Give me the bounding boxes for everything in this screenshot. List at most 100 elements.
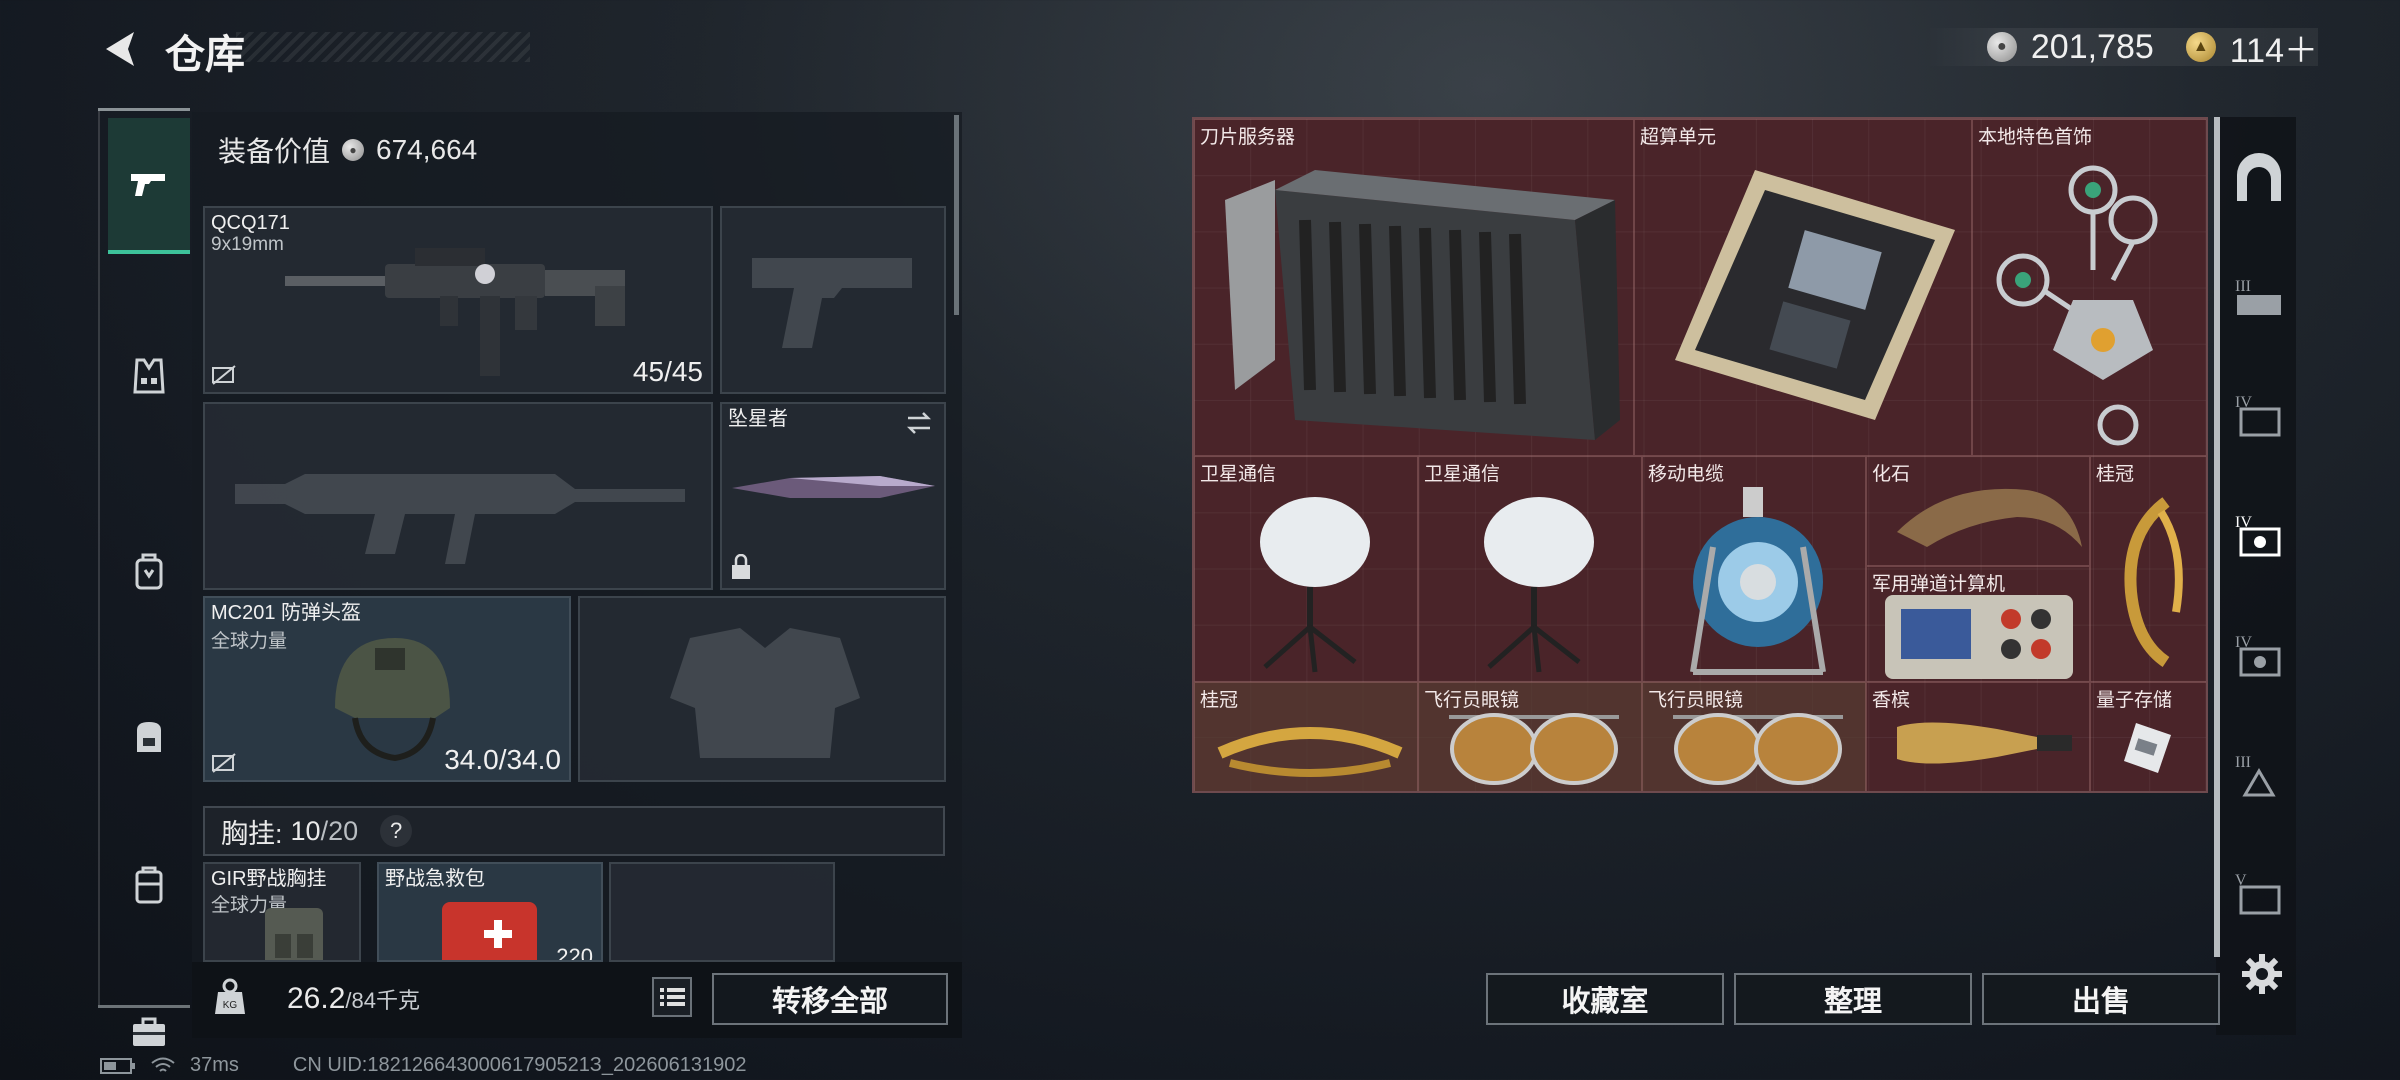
storage-grid[interactable]: 刀片服务器 超算单元 本地特色首饰 卫星通信 卫星通信 移动电缆 化石 桂冠 军… [1192, 117, 2208, 793]
blade-server-icon [1225, 170, 1620, 440]
item-label: 桂冠 [2096, 464, 2135, 485]
helmet-icon [335, 638, 450, 762]
jewelry-icon [1996, 165, 2158, 446]
chest-rig-item-name: GIR野战胸挂 [211, 868, 327, 890]
chest-rig-icon [265, 908, 323, 960]
tab-storage-5b[interactable]: V [2224, 858, 2294, 928]
grid-item[interactable]: 量子存储 [2090, 682, 2206, 791]
first-aid-kit-count: 220 [556, 944, 593, 962]
chest-rig-capacity: 10 [290, 815, 321, 846]
backpack-icon [137, 722, 161, 752]
tab-storage-5a[interactable]: III [2224, 740, 2294, 810]
sidearm-slot[interactable] [720, 206, 946, 394]
equipment-value-amount: 674,664 [376, 134, 478, 165]
grid-item[interactable]: 超算单元 [1634, 119, 1972, 456]
tab-case[interactable] [108, 818, 190, 954]
armor-slot[interactable] [578, 596, 946, 782]
first-aid-kit-item[interactable]: 野战急救包 220 [377, 862, 603, 962]
svg-text:KG: KG [223, 1000, 238, 1011]
grid-item[interactable]: 飞行员眼镜 [1418, 682, 1642, 791]
grid-item[interactable]: 桂冠 [1194, 682, 1418, 791]
silver-coin-icon: ● [1986, 32, 2017, 62]
tab-storage-4c[interactable]: IV [2224, 620, 2294, 690]
chest-rig-bar: 胸挂: 10/20 ? [203, 806, 945, 856]
lock-icon [732, 554, 750, 579]
melee-slot[interactable]: 坠星者 [720, 402, 946, 590]
satellite-dish-icon [1484, 497, 1594, 673]
ballistic-computer-icon [1885, 595, 2073, 679]
tab-backpack[interactable] [108, 668, 190, 804]
helmet-brand: 全球力量 [211, 631, 288, 652]
grid-item[interactable]: 移动电缆 [1642, 456, 1866, 682]
weight-icon: KG [215, 978, 245, 1014]
grid-item[interactable]: 香槟 [1866, 682, 2090, 791]
chest-rig-item[interactable]: GIR野战胸挂 全球力量 [203, 862, 361, 962]
insured-off-icon [212, 365, 236, 385]
tab-storage-3[interactable]: III [2224, 262, 2294, 332]
secondary-weapon-slot[interactable] [203, 402, 713, 590]
organize-button[interactable]: 整理 [1734, 973, 1972, 1025]
tab-armor[interactable] [108, 308, 190, 444]
tab-rig[interactable] [108, 504, 190, 640]
grid-item[interactable]: 本地特色首饰 [1972, 119, 2206, 456]
tab-storage-4b[interactable]: IV [2224, 500, 2294, 570]
chest-rig-capacity-max: /20 [320, 815, 359, 846]
collection-room-button[interactable]: 收藏室 [1486, 973, 1724, 1025]
item-label: 本地特色首饰 [1978, 127, 2093, 148]
gold-amount[interactable]: 114＋ [2230, 23, 2318, 72]
carry-weight-value: 26.2 [287, 982, 346, 1015]
empty-rig-slot[interactable] [609, 862, 835, 962]
satellite-dish-icon [1260, 497, 1370, 673]
storage-level-4-icon: IV [2235, 514, 2281, 557]
equipment-value: 装备价值 ● 674,664 [218, 130, 477, 170]
item-label: 卫星通信 [1424, 464, 1501, 485]
back-arrow-icon[interactable] [98, 26, 144, 72]
svg-text:III: III [2235, 754, 2251, 771]
ammo-count: 45/45 [632, 356, 703, 387]
battery-icon [100, 1057, 135, 1074]
tab-storage-main[interactable] [2224, 144, 2294, 214]
primary-weapon-slot[interactable]: QCQ171 9x19mm 45/45 [203, 206, 713, 394]
storage-scrollbar[interactable] [2214, 117, 2220, 957]
cable-reel-icon [1690, 487, 1826, 675]
chest-rig-label: 胸挂: [221, 818, 283, 849]
grid-item[interactable]: 卫星通信 [1194, 456, 1418, 682]
laurel-icon [1217, 727, 1403, 777]
grid-item[interactable]: 刀片服务器 [1194, 119, 1634, 456]
silver-coin-icon: ● [342, 139, 365, 161]
title-decoration [236, 32, 530, 62]
item-label: 卫星通信 [1200, 464, 1277, 485]
equipment-value-label: 装备价值 [218, 136, 331, 167]
item-label: 超算单元 [1640, 127, 1717, 148]
rifle-placeholder-icon [235, 474, 685, 564]
help-icon[interactable]: ? [380, 815, 413, 847]
first-aid-kit-icon [442, 902, 537, 960]
settings-gear-icon[interactable] [2240, 952, 2284, 996]
grid-item[interactable]: 军用弹道计算机 [1866, 566, 2090, 682]
tab-weapons[interactable] [108, 118, 190, 254]
tabs-bottom-line [98, 1005, 190, 1008]
insured-off-icon [212, 753, 236, 773]
grid-item[interactable]: 化石 [1866, 456, 2090, 566]
laurel-icon [2124, 497, 2183, 667]
grid-item[interactable]: 飞行员眼镜 [1642, 682, 1866, 791]
carry-weight-max: /84千克 [345, 988, 420, 1013]
melee-name: 坠星者 [728, 408, 788, 430]
grid-item[interactable]: 桂冠 [2090, 456, 2206, 682]
currency-bar: ● 201,785 ▲ 114＋ [1926, 28, 2318, 70]
list-view-button[interactable] [652, 977, 692, 1017]
swap-icon[interactable] [904, 410, 934, 436]
svg-text:III: III [2235, 278, 2251, 295]
aviator-glasses-icon [1449, 713, 1619, 785]
tabs-top-line [98, 108, 190, 111]
tab-storage-4a[interactable]: IV [2224, 380, 2294, 450]
helmet-durability: 34.0/34.0 [444, 744, 561, 775]
transfer-all-button[interactable]: 转移全部 [712, 973, 948, 1025]
sell-button[interactable]: 出售 [1982, 973, 2220, 1025]
grid-item[interactable]: 卫星通信 [1418, 456, 1642, 682]
fossil-claw-icon [1897, 488, 2082, 547]
equipment-scrollbar[interactable] [954, 115, 959, 315]
helmet-slot[interactable]: MC201 防弹头盔 全球力量 34.0/34.0 [203, 596, 571, 782]
pistol-placeholder-icon [752, 258, 912, 348]
page-title: 仓库 [165, 33, 245, 77]
